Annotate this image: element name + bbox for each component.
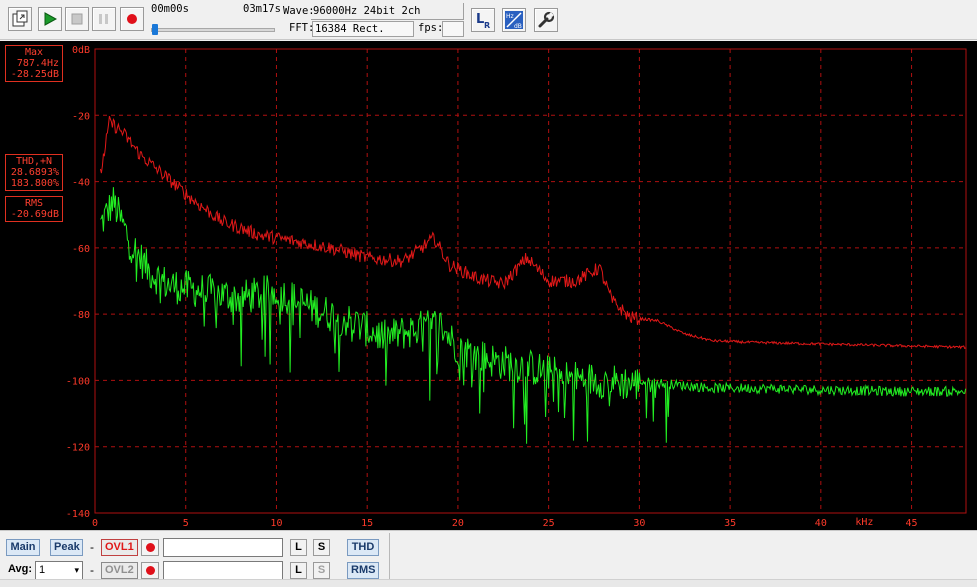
ovl2-l-button[interactable]: L [290,562,307,579]
record-icon [145,543,155,552]
thd-value: 28.6893% [10,167,59,178]
dash-1: - [90,540,94,554]
x-tick-label: 10 [270,518,282,529]
ovl2-name-field[interactable] [163,561,283,580]
settings-wrench-icon[interactable] [534,8,558,32]
peak-button[interactable]: Peak [50,539,83,556]
spectrum-plot: 0dB -20 -40 -60 -80 -100 -120 -1400 5 10 15 20 25 30 3… [66,45,967,529]
avg-label: Avg: [8,563,33,575]
y-tick-label: -120 [66,443,90,454]
x-tick-label: 45 [906,518,918,529]
fps-label: fps: [418,22,444,34]
max-level: -28.25dB [10,69,59,80]
avg-select[interactable]: 1 ▾ [35,561,83,580]
fft-label: FFT: [289,22,315,34]
ovl2-button[interactable]: OVL2 [101,562,138,579]
svg-text:dB: dB [514,23,522,30]
hz-db-scale-icon[interactable]: Hz dB [502,8,526,32]
thd-info-box: THD,+N 28.6893% 183.800% [5,154,63,191]
dash-2: - [90,563,94,577]
ovl1-record-button[interactable] [141,539,159,556]
x-tick-label: 30 [633,518,645,529]
red-spectrum-series [99,115,966,350]
x-tick-label: 5 [183,518,189,529]
y-tick-label: -20 [72,111,90,122]
rms-button[interactable]: RMS [347,562,379,579]
fps-field [442,21,464,37]
toolbar: 00m00s 03m17s Wave: 96000Hz 24bit 2ch FF… [0,0,977,40]
ovl1-name-field[interactable] [163,538,283,557]
position-slider[interactable] [151,24,275,36]
y-tick-label: -100 [66,376,90,387]
rms-value: -20.69dB [10,209,59,220]
x-tick-label: 0 [92,518,98,529]
position-slider-thumb[interactable] [152,24,158,35]
time-end: 03m17s [243,3,281,15]
pause-button[interactable] [92,7,116,31]
panel-separator [389,533,390,585]
ovl1-s-button[interactable]: S [313,539,330,556]
x-tick-label: 35 [724,518,736,529]
avg-value: 1 [39,564,46,576]
wave-field-border [311,3,464,20]
svg-text:R: R [484,21,490,30]
max-freq: 787.4Hz [16,58,59,69]
thdn-value: 183.800% [10,178,59,189]
ovl2-record-button[interactable] [141,562,159,579]
y-tick-label: -40 [72,178,90,189]
chevron-down-icon: ▾ [74,565,79,575]
x-tick-label: 15 [361,518,373,529]
lr-channel-icon[interactable]: LR [471,8,495,32]
x-unit-label: kHz [855,517,873,528]
y-tick-label: -60 [72,244,90,255]
spectrum-display: 0dB -20 -40 -60 -80 -100 -120 -140 0 5 10 15 20 25 30 3… [0,41,977,530]
y-tick-label: -80 [72,310,90,321]
thd-title: THD,+N [15,156,53,167]
plot-frame [94,48,967,514]
record-icon [145,566,155,575]
main-button[interactable]: Main [6,539,40,556]
play-button[interactable] [38,7,62,31]
max-info-box: Max 787.4Hz -28.25dB [5,45,63,82]
x-tick-label: 40 [815,518,827,529]
x-tick-label: 20 [452,518,464,529]
open-file-icon[interactable] [8,7,32,31]
ovl1-button[interactable]: OVL1 [101,539,138,556]
rms-info-box: RMS -20.69dB [5,196,63,222]
control-panel: Main Peak - OVL1 L S THD Avg: 1 ▾ - OVL2… [0,530,977,587]
record-button[interactable] [120,7,144,31]
x-tick-label: 25 [543,518,555,529]
svg-text:Hz: Hz [506,13,514,20]
rms-title: RMS [24,198,44,209]
time-start: 00m00s [151,3,189,15]
wave-label: Wave: [283,5,315,17]
ovl1-l-button[interactable]: L [290,539,307,556]
thd-button[interactable]: THD [347,539,379,556]
stop-button[interactable] [65,7,89,31]
y-tick-label: -140 [66,509,90,520]
ovl2-s-button[interactable]: S [313,562,330,579]
y-tick-label: 0dB [72,45,90,56]
max-title: Max [24,47,44,58]
fft-select[interactable]: 16384 Rect. [312,21,414,37]
